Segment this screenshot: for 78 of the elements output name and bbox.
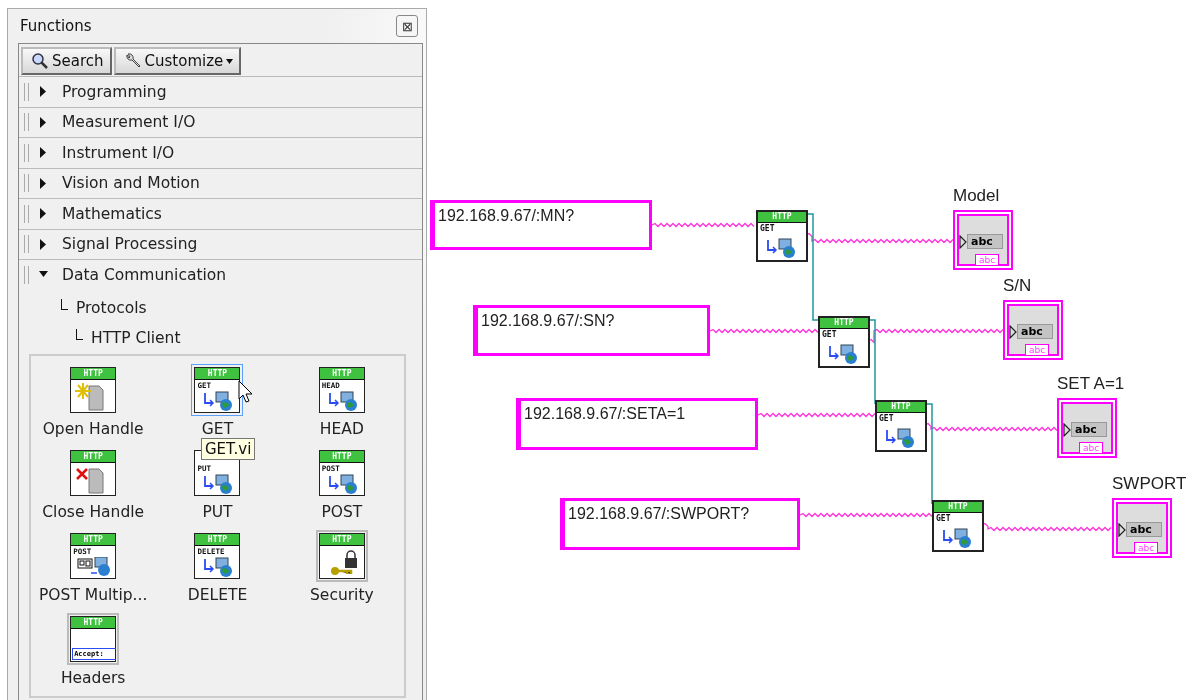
string-constant[interactable]: 192.168.9.67/:SN? — [473, 305, 710, 356]
function-label: POST — [321, 502, 363, 521]
indicator-value: abc — [1017, 324, 1053, 339]
indicator-value: abc — [967, 234, 1003, 249]
tree-branch-icon — [76, 328, 83, 340]
string-indicator[interactable]: abc abc — [1112, 498, 1172, 558]
grip-icon — [24, 204, 29, 223]
search-icon — [31, 52, 49, 70]
string-indicator[interactable]: abc abc — [1057, 398, 1117, 458]
category-label: Programming — [62, 82, 167, 101]
string-indicator[interactable]: abc abc — [1003, 300, 1063, 360]
collapsed-triangle-icon — [39, 177, 48, 189]
grip-icon — [24, 265, 29, 284]
function-label: GET — [201, 419, 234, 438]
network-arrow-icon — [883, 427, 917, 449]
function-label: Security — [310, 585, 374, 604]
function-label: POST Multip... — [39, 585, 148, 604]
wrench-icon — [123, 52, 142, 70]
string-constant[interactable]: 192.168.9.67/:SETA=1 — [516, 398, 758, 450]
type-tag: abc — [1134, 542, 1159, 554]
string-indicator[interactable]: abc abc — [953, 210, 1013, 270]
collapsed-triangle-icon — [39, 147, 48, 159]
function-label: Close Handle — [42, 502, 145, 521]
string-constant[interactable]: 192.168.9.67/:MN? — [430, 200, 652, 250]
type-tag: abc — [975, 254, 1000, 266]
network-arrow-icon — [940, 527, 974, 549]
grip-icon — [24, 174, 29, 193]
indicator-label: S/N — [1003, 276, 1032, 296]
type-tag: abc — [1025, 344, 1050, 356]
indicator-label: SET A=1 — [1057, 374, 1125, 394]
http-get-node[interactable]: HTTP GET — [932, 500, 984, 552]
grip-icon — [24, 235, 29, 254]
function-label: Headers — [60, 668, 126, 687]
grip-icon — [24, 113, 29, 132]
function-label: DELETE — [187, 585, 248, 604]
tooltip: GET.vi — [201, 438, 256, 460]
http-get-node[interactable]: HTTP GET — [875, 400, 927, 452]
category-label: Mathematics — [62, 204, 162, 223]
function-label: HEAD — [319, 419, 364, 438]
window-title: Functions — [20, 17, 92, 35]
collapsed-triangle-icon — [39, 208, 48, 220]
http-get-node[interactable]: HTTP GET — [756, 210, 808, 262]
subcategory-label[interactable]: HTTP Client — [91, 328, 181, 350]
function-label: Open Handle — [42, 419, 144, 438]
customize-button[interactable]: Customize — [113, 47, 242, 75]
category-row[interactable]: Measurement I/O — [19, 107, 422, 137]
collapsed-triangle-icon — [39, 238, 48, 250]
mouse-pointer-icon — [238, 380, 254, 404]
category-label: Data Communication — [62, 265, 227, 284]
http-get-node[interactable]: HTTP GET — [818, 316, 870, 368]
collapsed-triangle-icon — [39, 86, 48, 98]
indicator-label: SWPORT — [1112, 474, 1187, 494]
grip-icon — [24, 143, 29, 162]
grip-icon — [24, 82, 29, 101]
category-label: Vision and Motion — [62, 174, 200, 193]
search-button[interactable]: Search — [21, 47, 112, 75]
close-button[interactable]: ⊠ — [396, 15, 418, 37]
network-arrow-icon — [826, 343, 860, 365]
tree-branch-icon — [61, 298, 68, 310]
network-arrow-icon — [764, 237, 798, 259]
string-constant[interactable]: 192.168.9.67/:SWPORT? — [560, 498, 800, 550]
type-tag: abc — [1079, 442, 1104, 454]
collapsed-triangle-icon — [39, 116, 48, 128]
category-label: Measurement I/O — [62, 113, 196, 132]
caret-icon — [226, 58, 234, 64]
category-row[interactable]: Vision and Motion — [19, 168, 422, 198]
category-row[interactable]: Instrument I/O — [19, 138, 422, 168]
indicator-value: abc — [1071, 422, 1107, 437]
category-row[interactable]: Mathematics — [19, 199, 422, 229]
category-row[interactable]: Data Communication — [19, 260, 422, 290]
category-row[interactable]: Programming — [19, 77, 422, 107]
category-label: Instrument I/O — [62, 143, 175, 162]
category-row[interactable]: Signal Processing — [19, 229, 422, 259]
category-label: Signal Processing — [62, 235, 198, 254]
indicator-label: Model — [953, 186, 1000, 206]
subcategory-label[interactable]: Protocols — [76, 298, 147, 320]
function-label: PUT — [202, 502, 233, 521]
indicator-value: abc — [1126, 522, 1162, 537]
